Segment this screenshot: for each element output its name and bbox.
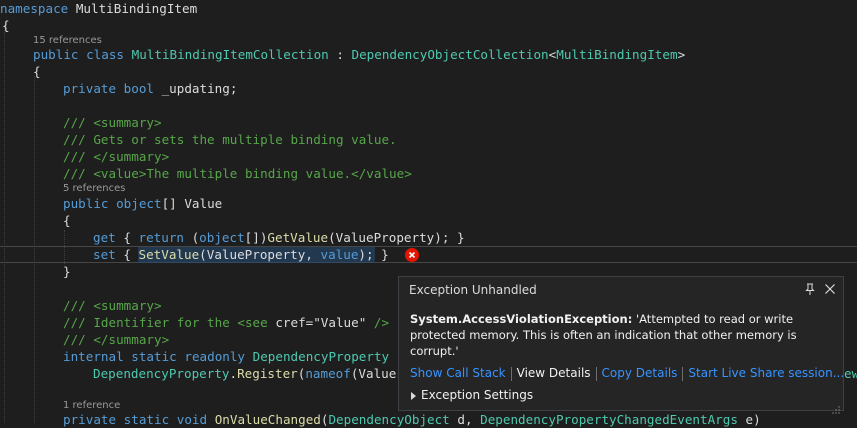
exception-type: System.AccessViolationException: (410, 312, 633, 326)
punct: } (373, 247, 389, 262)
keyword: nameof (305, 366, 351, 381)
keyword: readonly (184, 349, 246, 364)
method-name: SetValue (138, 247, 200, 262)
keyword: object (116, 196, 162, 211)
pin-icon[interactable] (803, 281, 817, 295)
method-name: OnValueChanged (214, 412, 321, 427)
keyword: internal (63, 349, 124, 364)
field-name: _updating; (154, 81, 238, 96)
type-name: DependencyObject (328, 412, 450, 427)
keyword: set (93, 247, 116, 262)
keyword: private (63, 412, 117, 427)
code-line: { (2, 17, 10, 34)
punct: []) (244, 230, 268, 245)
brace: { (63, 213, 71, 228)
exception-actions: Show Call Stack View Details Copy Details S… (410, 366, 844, 381)
code-line: { (33, 63, 41, 80)
keyword: public (63, 196, 109, 211)
doc-comment: /// Identifier for the <see cref="Value"… (63, 314, 389, 331)
code-line: } (63, 263, 71, 280)
keyword: class (86, 47, 125, 62)
close-icon[interactable] (823, 281, 837, 295)
keyword: return (138, 230, 185, 245)
doc-comment: /// <summary> (63, 115, 162, 130)
resize-grip-icon[interactable] (832, 399, 840, 414)
keyword: get (93, 230, 116, 245)
doc-comment: /// <value>The multiple binding value.</… (63, 166, 412, 181)
method-name: Register (237, 366, 298, 381)
brace: { (2, 18, 10, 33)
punct: : (328, 47, 352, 62)
brace: } (63, 264, 71, 279)
punct: . (229, 366, 238, 381)
code-line: private bool _updating; (63, 80, 237, 97)
class-name: MultiBindingItemCollection (131, 47, 329, 62)
code-line: internal static readonly DependencyPrope… (63, 348, 389, 365)
punct: { (115, 230, 139, 245)
code-line: { (63, 212, 71, 229)
keyword: static (131, 349, 177, 364)
punct: { (115, 247, 139, 262)
punct: d, (449, 412, 481, 427)
type-name: DependencyObjectCollection (351, 47, 549, 62)
copy-details-link[interactable]: Copy Details (602, 366, 678, 380)
code-line: DependencyProperty.Register(nameof(Value (93, 365, 396, 382)
exception-message: System.AccessViolationException: 'Attemp… (410, 311, 830, 359)
namespace-name: MultiBindingItem (68, 1, 198, 16)
keyword: void (176, 412, 208, 427)
error-icon[interactable] (405, 248, 419, 262)
indent-guide (4, 25, 5, 423)
type-name: DependencyProperty (93, 366, 230, 381)
code-overflow-text: ew (844, 366, 857, 381)
comment-attr: cref="Value" (267, 315, 367, 330)
doc-comment: /// </summary> (63, 332, 170, 347)
code-line: namespace MultiBindingItem (0, 0, 197, 17)
doc-comment: /// <summary> (63, 298, 162, 313)
keyword: private (63, 81, 117, 96)
code-line: set { SetValue(ValueProperty, value); } (93, 246, 389, 263)
exception-settings-label: Exception Settings (421, 388, 534, 402)
property-decl: [] Value (161, 196, 223, 211)
expand-triangle-icon (411, 391, 416, 400)
comment-tag: /> (366, 315, 390, 330)
code-line: public class MultiBindingItemCollection … (33, 46, 685, 63)
code-line: get { return (object[])GetValue(ValuePro… (93, 229, 465, 246)
divider (682, 366, 684, 381)
keyword: bool (123, 81, 155, 96)
exception-popup: Exception Unhandled System.AccessViolati… (398, 276, 844, 414)
popup-title: Exception Unhandled (409, 283, 537, 297)
punct: > (677, 47, 686, 62)
punct: ( (184, 230, 200, 245)
keyword: public (33, 47, 79, 62)
code-line: public object[] Value (63, 195, 222, 212)
keyword: namespace (0, 1, 69, 16)
punct: e) (737, 412, 761, 427)
punct: (ValueProperty, (199, 247, 321, 262)
type-name: DependencyProperty (252, 349, 390, 364)
comment-tag: <see (237, 315, 268, 330)
keyword: static (123, 412, 170, 427)
keyword: object (199, 230, 245, 245)
doc-comment: /// </summary> (63, 149, 170, 164)
live-share-link[interactable]: Start Live Share session... (688, 366, 844, 380)
codelens-references[interactable]: 5 references (63, 182, 126, 196)
code-line: private static void OnValueChanged(Depen… (63, 411, 761, 428)
brace: { (33, 64, 41, 79)
punct: (Value (350, 366, 397, 381)
punct: ); (358, 247, 374, 262)
type-name: DependencyPropertyChangedEventArgs (480, 412, 738, 427)
show-call-stack-link[interactable]: Show Call Stack (410, 366, 506, 380)
type-name: MultiBindingItem (556, 47, 678, 62)
comment-text: /// Identifier for the (63, 315, 238, 330)
exception-settings-toggle[interactable]: Exception Settings (411, 388, 533, 402)
doc-comment: /// Gets or sets the multiple binding va… (63, 132, 397, 147)
view-details-link[interactable]: View Details (517, 366, 591, 380)
divider (595, 366, 597, 381)
keyword: value (320, 247, 359, 262)
punct: (ValueProperty); } (328, 230, 465, 245)
divider (510, 366, 512, 381)
method-name: GetValue (267, 230, 329, 245)
